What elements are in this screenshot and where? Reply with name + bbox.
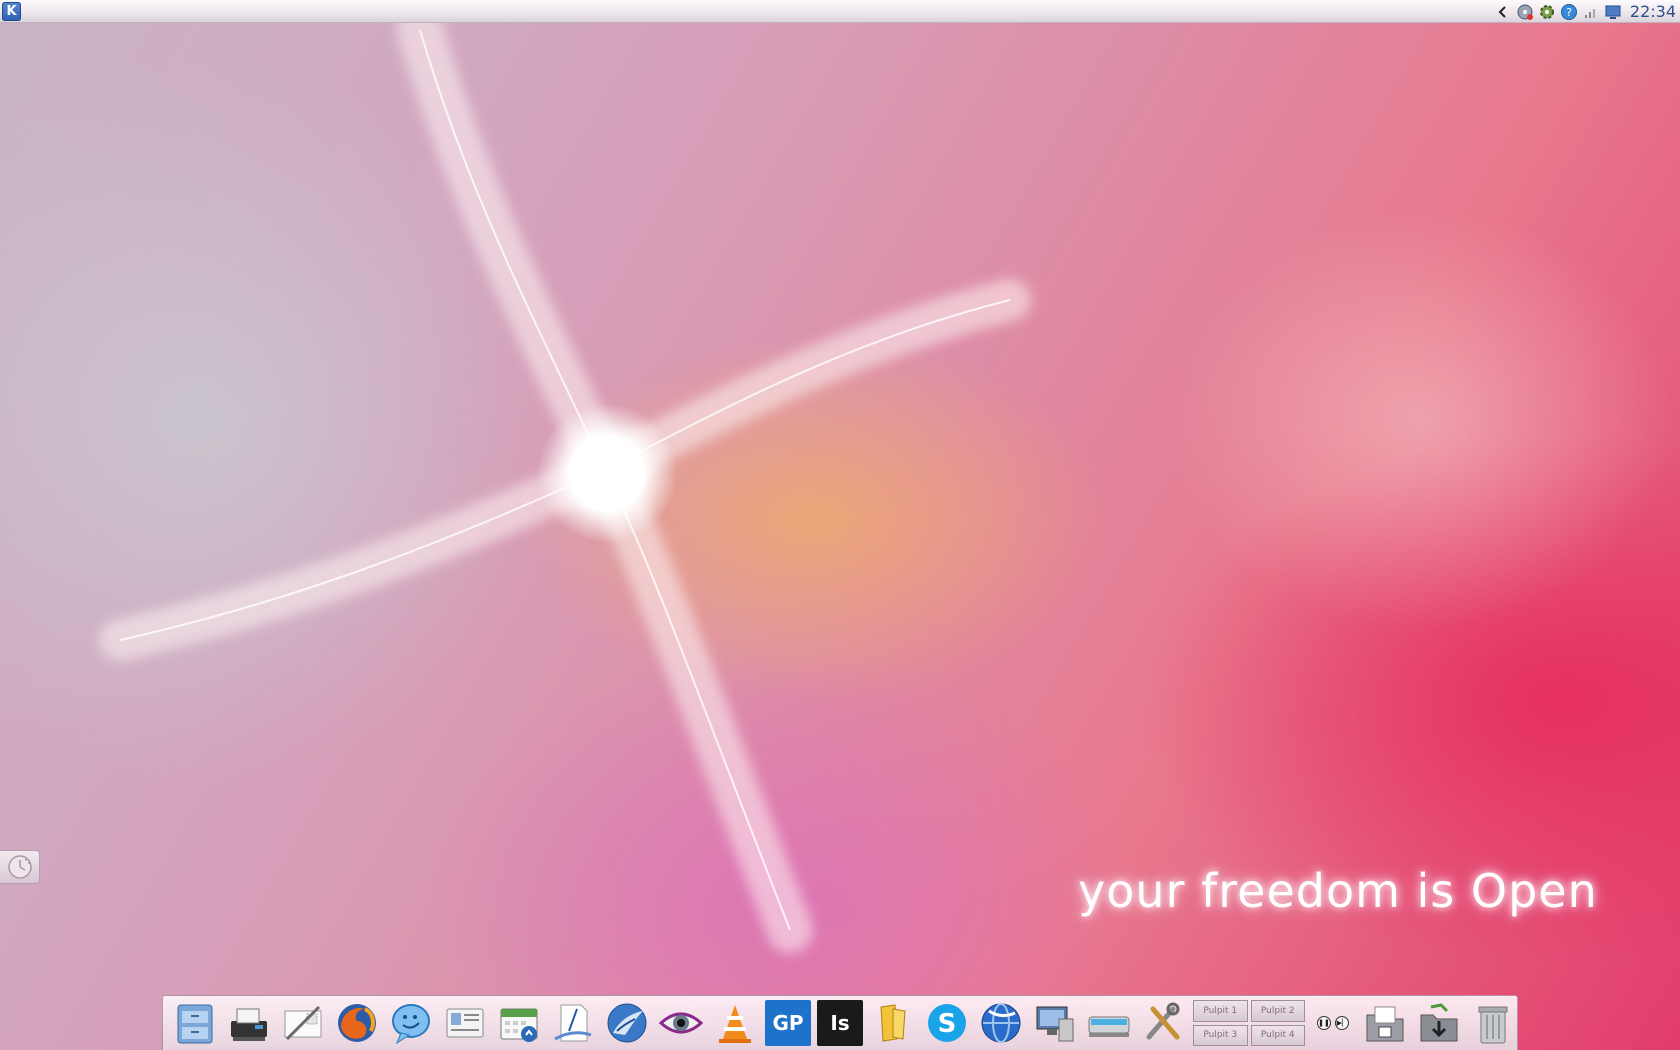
vlc-cone-icon[interactable] <box>711 999 759 1047</box>
pager-desktop-3[interactable]: Pulpit 3 <box>1193 1024 1248 1046</box>
documents-folder-icon[interactable] <box>1361 999 1409 1047</box>
pager-desktop-2[interactable]: Pulpit 2 <box>1250 1000 1305 1022</box>
thunderbird-icon[interactable] <box>603 999 651 1047</box>
pause-icon[interactable]: ❚❚ <box>1317 1016 1331 1030</box>
tools-icon[interactable] <box>1139 999 1187 1047</box>
gp-icon[interactable]: GP <box>765 1000 811 1046</box>
display-icon[interactable] <box>1604 3 1622 21</box>
collapse-arrow-icon[interactable] <box>1494 3 1512 21</box>
network-disk-icon[interactable] <box>1516 3 1534 21</box>
firefox-icon[interactable] <box>333 999 381 1047</box>
pager-desktop-4[interactable]: Pulpit 4 <box>1250 1024 1305 1046</box>
help-icon[interactable]: ? <box>1560 3 1578 21</box>
pager-desktop-1[interactable]: Pulpit 1 <box>1193 1000 1248 1022</box>
system-tray: ? 22:34 <box>1494 0 1680 23</box>
contacts-card-icon[interactable] <box>441 999 489 1047</box>
svg-text:S: S <box>938 1009 957 1039</box>
svg-text:?: ? <box>1566 6 1572 19</box>
document-writer-icon[interactable] <box>549 999 597 1047</box>
calendar-icon[interactable] <box>495 999 543 1047</box>
top-panel: K ? 22:34 <box>0 0 1680 23</box>
printer-fax-icon[interactable] <box>225 999 273 1047</box>
signal-strength-icon[interactable] <box>1582 3 1600 21</box>
trash-can-icon[interactable] <box>1469 999 1517 1047</box>
remote-desktop-icon[interactable] <box>1031 999 1079 1047</box>
clock[interactable]: 22:34 <box>1630 2 1676 21</box>
file-cabinet-icon[interactable] <box>171 999 219 1047</box>
media-controls: ❚❚ ▶▏ <box>1311 1000 1355 1046</box>
office-suite-icon[interactable] <box>869 999 917 1047</box>
downloads-folder-icon[interactable] <box>1415 999 1463 1047</box>
dock: GP Is S Pulpit 1 Pulpit 2 Pulpit 3 Pulpi… <box>162 995 1518 1050</box>
kde-logo-icon[interactable]: K <box>2 2 21 21</box>
wallpaper-tagline: your freedom is Open <box>1078 864 1598 918</box>
mail-stamp-icon[interactable] <box>279 999 327 1047</box>
chat-bubble-icon[interactable] <box>387 999 435 1047</box>
browser-globe-icon[interactable] <box>977 999 1025 1047</box>
desktop-pager: Pulpit 1 Pulpit 2 Pulpit 3 Pulpit 4 <box>1193 1000 1305 1046</box>
next-track-icon[interactable]: ▶▏ <box>1335 1016 1349 1030</box>
updates-gear-icon[interactable] <box>1538 3 1556 21</box>
clock-widget-icon <box>7 855 32 879</box>
eye-viewer-icon[interactable] <box>657 999 705 1047</box>
skype-icon[interactable]: S <box>923 999 971 1047</box>
scanner-icon[interactable] <box>1085 999 1133 1047</box>
is-icon[interactable]: Is <box>817 1000 863 1046</box>
edge-drawer-tab[interactable] <box>0 850 40 884</box>
